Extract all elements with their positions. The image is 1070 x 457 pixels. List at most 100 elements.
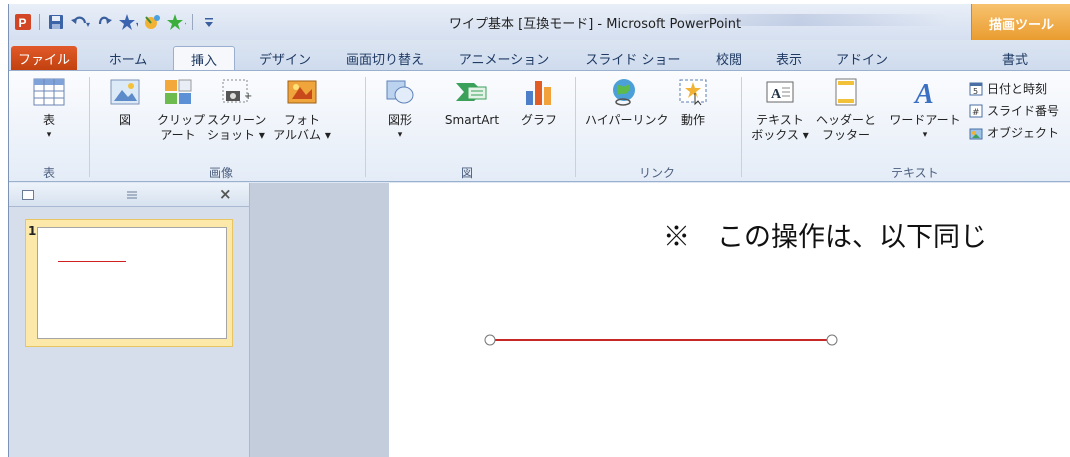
customize-qat-icon[interactable] bbox=[199, 12, 219, 32]
shapes-icon bbox=[386, 80, 414, 104]
screenshot-label-2: ショット ▾ bbox=[207, 128, 265, 142]
svg-text:A: A bbox=[771, 87, 782, 102]
hyperlink-icon bbox=[613, 79, 635, 106]
calendar-icon: 5 bbox=[969, 82, 983, 96]
photo-album-button[interactable]: フォト アルバム ▾ bbox=[273, 77, 331, 143]
table-button[interactable]: 表 ▾ bbox=[27, 77, 71, 143]
action-icon bbox=[679, 79, 707, 106]
screenshot-button[interactable]: + スクリーン ショット ▾ bbox=[207, 77, 267, 143]
outline-tab-icon[interactable] bbox=[121, 186, 143, 204]
svg-text:#: # bbox=[972, 108, 980, 118]
photo-album-icon bbox=[287, 80, 317, 104]
slide-thumbnail[interactable] bbox=[37, 227, 227, 339]
ribbon-insert: 表 ▾ 表 図 クリップ アート + スクリーン ショット ▾ フォト アルバム… bbox=[9, 70, 1070, 182]
slides-tab-icon[interactable] bbox=[17, 186, 39, 204]
chart-label: グラフ bbox=[520, 113, 557, 127]
group-separator bbox=[365, 77, 366, 177]
tab-addins[interactable]: アドイン bbox=[827, 46, 897, 70]
picture-button[interactable]: 図 bbox=[105, 77, 145, 128]
tab-view[interactable]: 表示 bbox=[765, 46, 813, 70]
ribbon-tab-bar: ファイル ホーム 挿入 デザイン 画面切り替え アニメーション スライド ショー… bbox=[9, 40, 1070, 71]
clipart-label-1: クリップ bbox=[157, 113, 206, 127]
svg-text:+: + bbox=[244, 91, 252, 102]
drawing-tools-context-label: 描画ツール bbox=[971, 4, 1070, 42]
chart-button[interactable]: グラフ bbox=[519, 77, 559, 128]
action-label: 動作 bbox=[680, 113, 705, 127]
tab-home[interactable]: ホーム bbox=[99, 46, 157, 70]
screenshot-label-1: スクリーン bbox=[207, 113, 267, 127]
tab-transitions[interactable]: 画面切り替え bbox=[337, 46, 433, 70]
textbox-icon: A bbox=[766, 81, 794, 103]
add-effect-icon[interactable]: ▾ bbox=[166, 12, 186, 32]
slides-pane-tabs: × bbox=[9, 183, 249, 207]
group-label-table: 表 bbox=[43, 166, 56, 180]
animation-icon[interactable] bbox=[142, 12, 162, 32]
svg-text:5: 5 bbox=[973, 87, 978, 96]
group-label-text: テキスト bbox=[891, 166, 939, 180]
clipart-icon bbox=[165, 79, 192, 104]
save-icon[interactable] bbox=[46, 12, 66, 32]
slides-pane: × 1 bbox=[9, 183, 249, 457]
textbox-button[interactable]: A テキスト ボックス ▾ bbox=[751, 77, 809, 143]
svg-text:A: A bbox=[913, 79, 934, 107]
tab-design[interactable]: デザイン bbox=[249, 46, 321, 70]
wordart-dropdown-arrow: ▾ bbox=[922, 130, 928, 140]
tab-slideshow[interactable]: スライド ショー bbox=[575, 46, 691, 70]
smartart-label: SmartArt bbox=[444, 113, 500, 127]
object-button[interactable]: オブジェクト bbox=[969, 123, 1059, 142]
photo-album-label-2: アルバム ▾ bbox=[273, 128, 331, 142]
tab-review[interactable]: 校閲 bbox=[705, 46, 753, 70]
slide-number-button[interactable]: # スライド番号 bbox=[969, 101, 1059, 120]
photo-album-label-1: フォト bbox=[283, 113, 320, 127]
table-icon bbox=[33, 78, 65, 106]
qat-separator bbox=[39, 14, 40, 30]
tab-insert[interactable]: 挿入 bbox=[173, 46, 235, 71]
header-footer-label-1: ヘッダーと bbox=[815, 113, 876, 127]
hyperlink-button[interactable]: ハイパーリンク bbox=[585, 77, 669, 128]
smartart-button[interactable]: SmartArt bbox=[433, 77, 511, 128]
svg-text:▾: ▾ bbox=[136, 20, 138, 29]
quick-access-toolbar: P ▾ ▾ ▾ bbox=[13, 10, 219, 34]
powerpoint-window: P ▾ ▾ ▾ bbox=[8, 4, 1070, 457]
tab-file[interactable]: ファイル bbox=[11, 46, 77, 70]
textbox-label-2: ボックス ▾ bbox=[751, 128, 809, 142]
date-time-button[interactable]: 5 日付と時刻 bbox=[969, 79, 1047, 98]
slide-shapes-layer bbox=[484, 334, 838, 346]
textbox-label-1: テキスト bbox=[756, 113, 804, 127]
header-footer-button[interactable]: ヘッダーと フッター bbox=[815, 77, 877, 143]
wordart-button[interactable]: A ワードアート ▾ bbox=[885, 77, 965, 143]
window-title: ワイプ基本 [互換モード] - Microsoft PowerPoint bbox=[449, 17, 742, 32]
group-separator bbox=[575, 77, 576, 177]
thumbnail-line-shape bbox=[58, 261, 126, 262]
header-footer-label-2: フッター bbox=[821, 128, 870, 142]
powerpoint-logo-icon[interactable]: P bbox=[13, 12, 33, 32]
hyperlink-label: ハイパーリンク bbox=[585, 113, 669, 127]
svg-text:▾: ▾ bbox=[86, 20, 90, 29]
svg-text:▾: ▾ bbox=[185, 20, 186, 29]
slide-canvas[interactable]: ※ この操作は、以下同じ bbox=[389, 183, 1070, 457]
clipart-button[interactable]: クリップ アート bbox=[157, 77, 206, 143]
picture-icon bbox=[110, 79, 140, 105]
clipart-label-2: アート bbox=[160, 128, 196, 142]
qat-separator bbox=[192, 14, 193, 30]
object-icon bbox=[969, 128, 983, 139]
undo-icon[interactable]: ▾ bbox=[70, 12, 90, 32]
star-icon[interactable]: ▾ bbox=[118, 12, 138, 32]
table-dropdown-arrow: ▾ bbox=[46, 130, 52, 140]
tab-animations[interactable]: アニメーション bbox=[443, 46, 565, 70]
group-label-illustrations: 図 bbox=[461, 166, 474, 180]
slide-number-label: スライド番号 bbox=[987, 104, 1060, 118]
tab-format[interactable]: 書式 bbox=[985, 46, 1045, 70]
close-pane-icon[interactable]: × bbox=[219, 185, 232, 203]
object-label: オブジェクト bbox=[987, 126, 1060, 140]
wordart-icon: A bbox=[913, 79, 934, 107]
slide-number-icon: # bbox=[969, 104, 983, 118]
line-end-handle[interactable] bbox=[826, 334, 838, 346]
editor-gutter bbox=[249, 183, 389, 457]
line-start-handle[interactable] bbox=[484, 334, 496, 346]
smartart-icon bbox=[456, 83, 487, 101]
group-separator bbox=[741, 77, 742, 177]
shapes-button[interactable]: 図形 ▾ bbox=[379, 77, 421, 143]
action-button[interactable]: 動作 bbox=[673, 77, 713, 128]
redo-icon[interactable] bbox=[94, 12, 114, 32]
